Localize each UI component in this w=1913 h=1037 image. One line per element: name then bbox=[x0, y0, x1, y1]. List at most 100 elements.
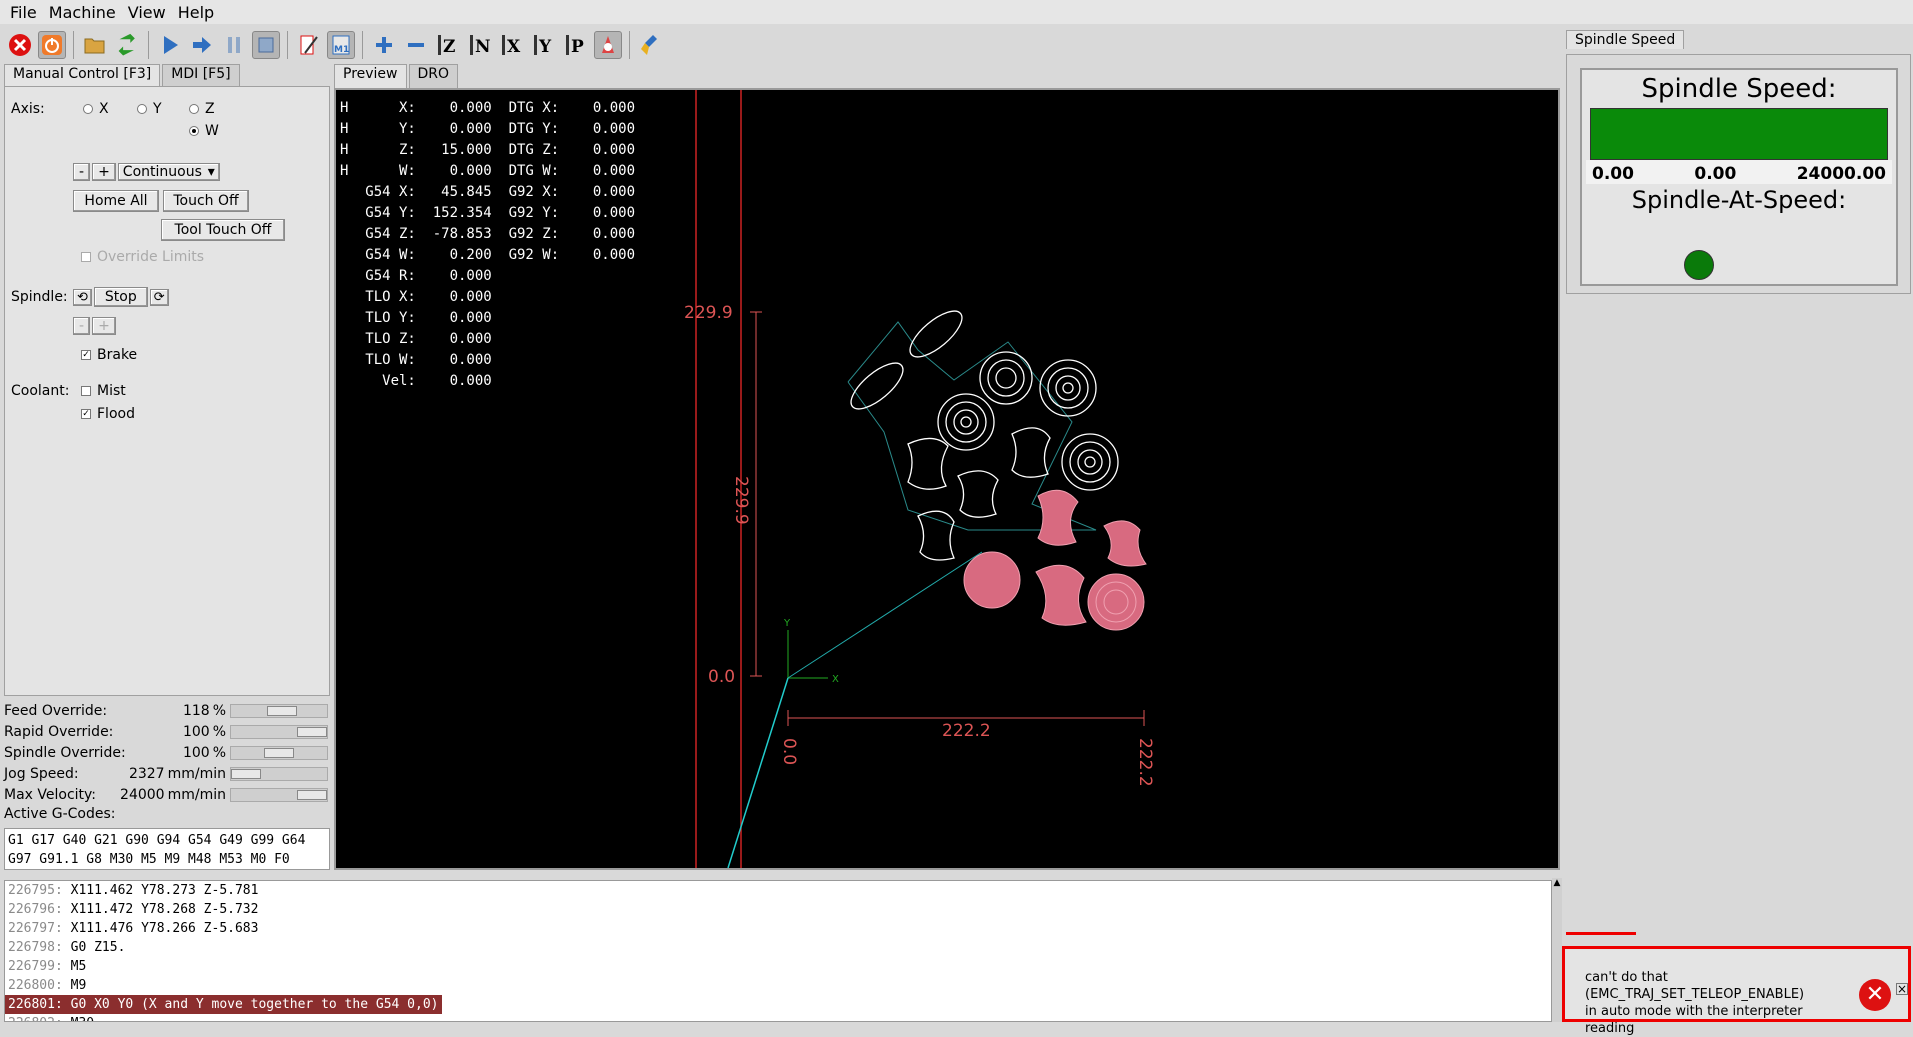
estop-icon[interactable] bbox=[6, 31, 34, 59]
jog-minus-button[interactable]: - bbox=[73, 163, 91, 181]
zoom-out-icon[interactable] bbox=[402, 31, 430, 59]
slider-value: 2327 mm/min bbox=[128, 765, 226, 782]
jog-plus-button[interactable]: + bbox=[92, 163, 116, 181]
slider-track[interactable] bbox=[230, 746, 328, 760]
gcode-line[interactable]: 226799: M5 bbox=[5, 957, 1551, 976]
spindle-at-speed-led bbox=[1684, 250, 1714, 280]
svg-text:Y: Y bbox=[538, 37, 552, 57]
svg-text:X: X bbox=[507, 37, 521, 57]
override-limits-checkbox[interactable]: Override Limits bbox=[81, 249, 204, 265]
slider-handle[interactable] bbox=[267, 706, 297, 716]
spindle-speed-bar bbox=[1590, 108, 1888, 160]
line-text: G0 X0 Y0 (X and Y move together to the G… bbox=[62, 997, 439, 1012]
view-p-icon[interactable]: P bbox=[562, 31, 590, 59]
dro-line: H Z: 15.000 DTG Z: 0.000 bbox=[340, 142, 636, 158]
tab-preview[interactable]: Preview bbox=[334, 64, 407, 88]
gcode-line[interactable]: 226798: G0 Z15. bbox=[5, 938, 1551, 957]
clear-plot-icon[interactable] bbox=[637, 31, 665, 59]
manual-control-frame: Axis: X Y Z W - + Continuous ▾ Home All T… bbox=[4, 86, 330, 696]
dro-line: TLO X: 0.000 bbox=[340, 289, 492, 305]
menu-view[interactable]: View bbox=[122, 3, 172, 22]
spindle-forward-icon[interactable]: ⟳ bbox=[149, 288, 169, 306]
spindle-slower-button[interactable]: - bbox=[73, 317, 91, 335]
gcode-line[interactable]: 226795: X111.462 Y78.273 Z-5.781 bbox=[5, 881, 1551, 900]
override-slider-row: Max Velocity: 24000 mm/min bbox=[4, 784, 330, 805]
slider-track[interactable] bbox=[230, 725, 328, 739]
slider-handle[interactable] bbox=[264, 748, 294, 758]
reload-icon[interactable] bbox=[113, 31, 141, 59]
line-text: X111.462 Y78.273 Z-5.781 bbox=[62, 883, 259, 898]
slider-value: 118% bbox=[182, 702, 226, 719]
menu-machine[interactable]: Machine bbox=[43, 3, 122, 22]
block-delete-icon[interactable] bbox=[295, 31, 323, 59]
slider-handle[interactable] bbox=[297, 790, 327, 800]
line-text: X111.476 Y78.266 Z-5.683 bbox=[62, 921, 259, 936]
home-all-button[interactable]: Home All bbox=[73, 190, 159, 212]
tab-spindle-speed[interactable]: Spindle Speed bbox=[1566, 30, 1685, 49]
current-gcode-line[interactable]: 226801: G0 X0 Y0 (X and Y move together … bbox=[5, 995, 443, 1014]
step-icon[interactable] bbox=[188, 31, 216, 59]
checkmark-icon: ✓ bbox=[81, 409, 91, 419]
view-z-icon[interactable]: Z bbox=[434, 31, 462, 59]
menu-file[interactable]: File bbox=[4, 3, 43, 22]
zoom-in-icon[interactable] bbox=[370, 31, 398, 59]
x-end-label: 222.2 bbox=[1135, 738, 1155, 787]
run-icon[interactable] bbox=[156, 31, 184, 59]
menu-help[interactable]: Help bbox=[172, 3, 220, 22]
spindle-speed-scale: 0.00 0.00 24000.00 bbox=[1586, 160, 1892, 184]
view-x-icon[interactable]: X bbox=[498, 31, 526, 59]
gcode-line[interactable]: 226800: M9 bbox=[5, 976, 1551, 995]
spindle-faster-button[interactable]: + bbox=[92, 317, 116, 335]
toolpath-shapes bbox=[850, 310, 1119, 561]
manual-control-panel: Manual Control [F3] MDI [F5] Axis: X Y Z… bbox=[4, 64, 330, 696]
active-gcodes-label: Active G-Codes: bbox=[4, 806, 116, 822]
tab-manual-control[interactable]: Manual Control [F3] bbox=[4, 64, 161, 86]
close-icon[interactable]: × bbox=[1896, 983, 1908, 995]
error-indicator-line bbox=[1566, 932, 1636, 935]
stop-icon[interactable] bbox=[252, 31, 280, 59]
touch-off-button[interactable]: Touch Off bbox=[163, 190, 249, 212]
line-text: M5 bbox=[62, 959, 87, 974]
pause-icon[interactable] bbox=[220, 31, 248, 59]
toolpath-canvas[interactable]: 229.9 229.9 0.0 222.2 222.2 0.0 Y X H X:… bbox=[334, 88, 1560, 870]
axis-radio-y[interactable]: Y bbox=[137, 101, 162, 117]
tool-touch-off-button[interactable]: Tool Touch Off bbox=[161, 219, 285, 241]
rotate-icon[interactable] bbox=[594, 31, 622, 59]
spindle-panel: Spindle Speed Spindle Speed: 0.00 0.00 2… bbox=[1566, 30, 1913, 1022]
view-y-icon[interactable]: Y bbox=[530, 31, 558, 59]
optional-stop-icon[interactable]: M1 bbox=[327, 31, 355, 59]
spindle-current-value: 0.00 bbox=[1694, 164, 1737, 184]
gcode-line[interactable]: 226797: X111.476 Y78.266 Z-5.683 bbox=[5, 919, 1551, 938]
dro-line: TLO Z: 0.000 bbox=[340, 331, 492, 347]
slider-track[interactable] bbox=[230, 704, 328, 718]
slider-handle[interactable] bbox=[297, 727, 327, 737]
gcode-line[interactable]: 226796: X111.472 Y78.268 Z-5.732 bbox=[5, 900, 1551, 919]
jog-mode-select[interactable]: Continuous ▾ bbox=[117, 163, 220, 181]
slider-track[interactable] bbox=[230, 788, 328, 802]
power-icon[interactable] bbox=[38, 31, 66, 59]
axis-radio-x[interactable]: X bbox=[83, 101, 109, 117]
console-scrollbar[interactable]: ▲ bbox=[1552, 878, 1562, 1022]
tab-mdi[interactable]: MDI [F5] bbox=[162, 64, 240, 86]
dro-line: G54 Z: -78.853 G92 Z: 0.000 bbox=[340, 226, 636, 242]
scroll-up-icon[interactable]: ▲ bbox=[1552, 878, 1562, 888]
axis-radio-w[interactable]: W bbox=[189, 123, 219, 139]
spindle-speed-title: Spindle Speed: bbox=[1641, 74, 1837, 104]
view-z2-icon[interactable]: N bbox=[466, 31, 494, 59]
spindle-reverse-icon[interactable]: ⟲ bbox=[73, 288, 92, 306]
mist-checkbox[interactable]: Mist bbox=[81, 383, 126, 399]
flood-checkbox[interactable]: ✓ Flood bbox=[81, 406, 135, 422]
toolbar: M1 Z N X Y P bbox=[0, 26, 1563, 64]
tab-dro[interactable]: DRO bbox=[408, 64, 459, 88]
dro-line: G54 X: 45.845 G92 X: 0.000 bbox=[340, 184, 636, 200]
gcode-listing[interactable]: 226795: X111.462 Y78.273 Z-5.781 226796: … bbox=[4, 880, 1552, 1022]
brake-checkbox[interactable]: ✓ Brake bbox=[81, 347, 137, 363]
open-file-icon[interactable] bbox=[81, 31, 109, 59]
radio-icon bbox=[83, 104, 93, 114]
axis-radio-z[interactable]: Z bbox=[189, 101, 215, 117]
spindle-stop-button[interactable]: Stop bbox=[93, 287, 148, 307]
slider-track[interactable] bbox=[230, 767, 328, 781]
slider-handle[interactable] bbox=[231, 769, 261, 779]
gcode-line[interactable]: 226802: M30 bbox=[5, 1014, 1551, 1021]
checkbox-icon bbox=[81, 386, 91, 396]
